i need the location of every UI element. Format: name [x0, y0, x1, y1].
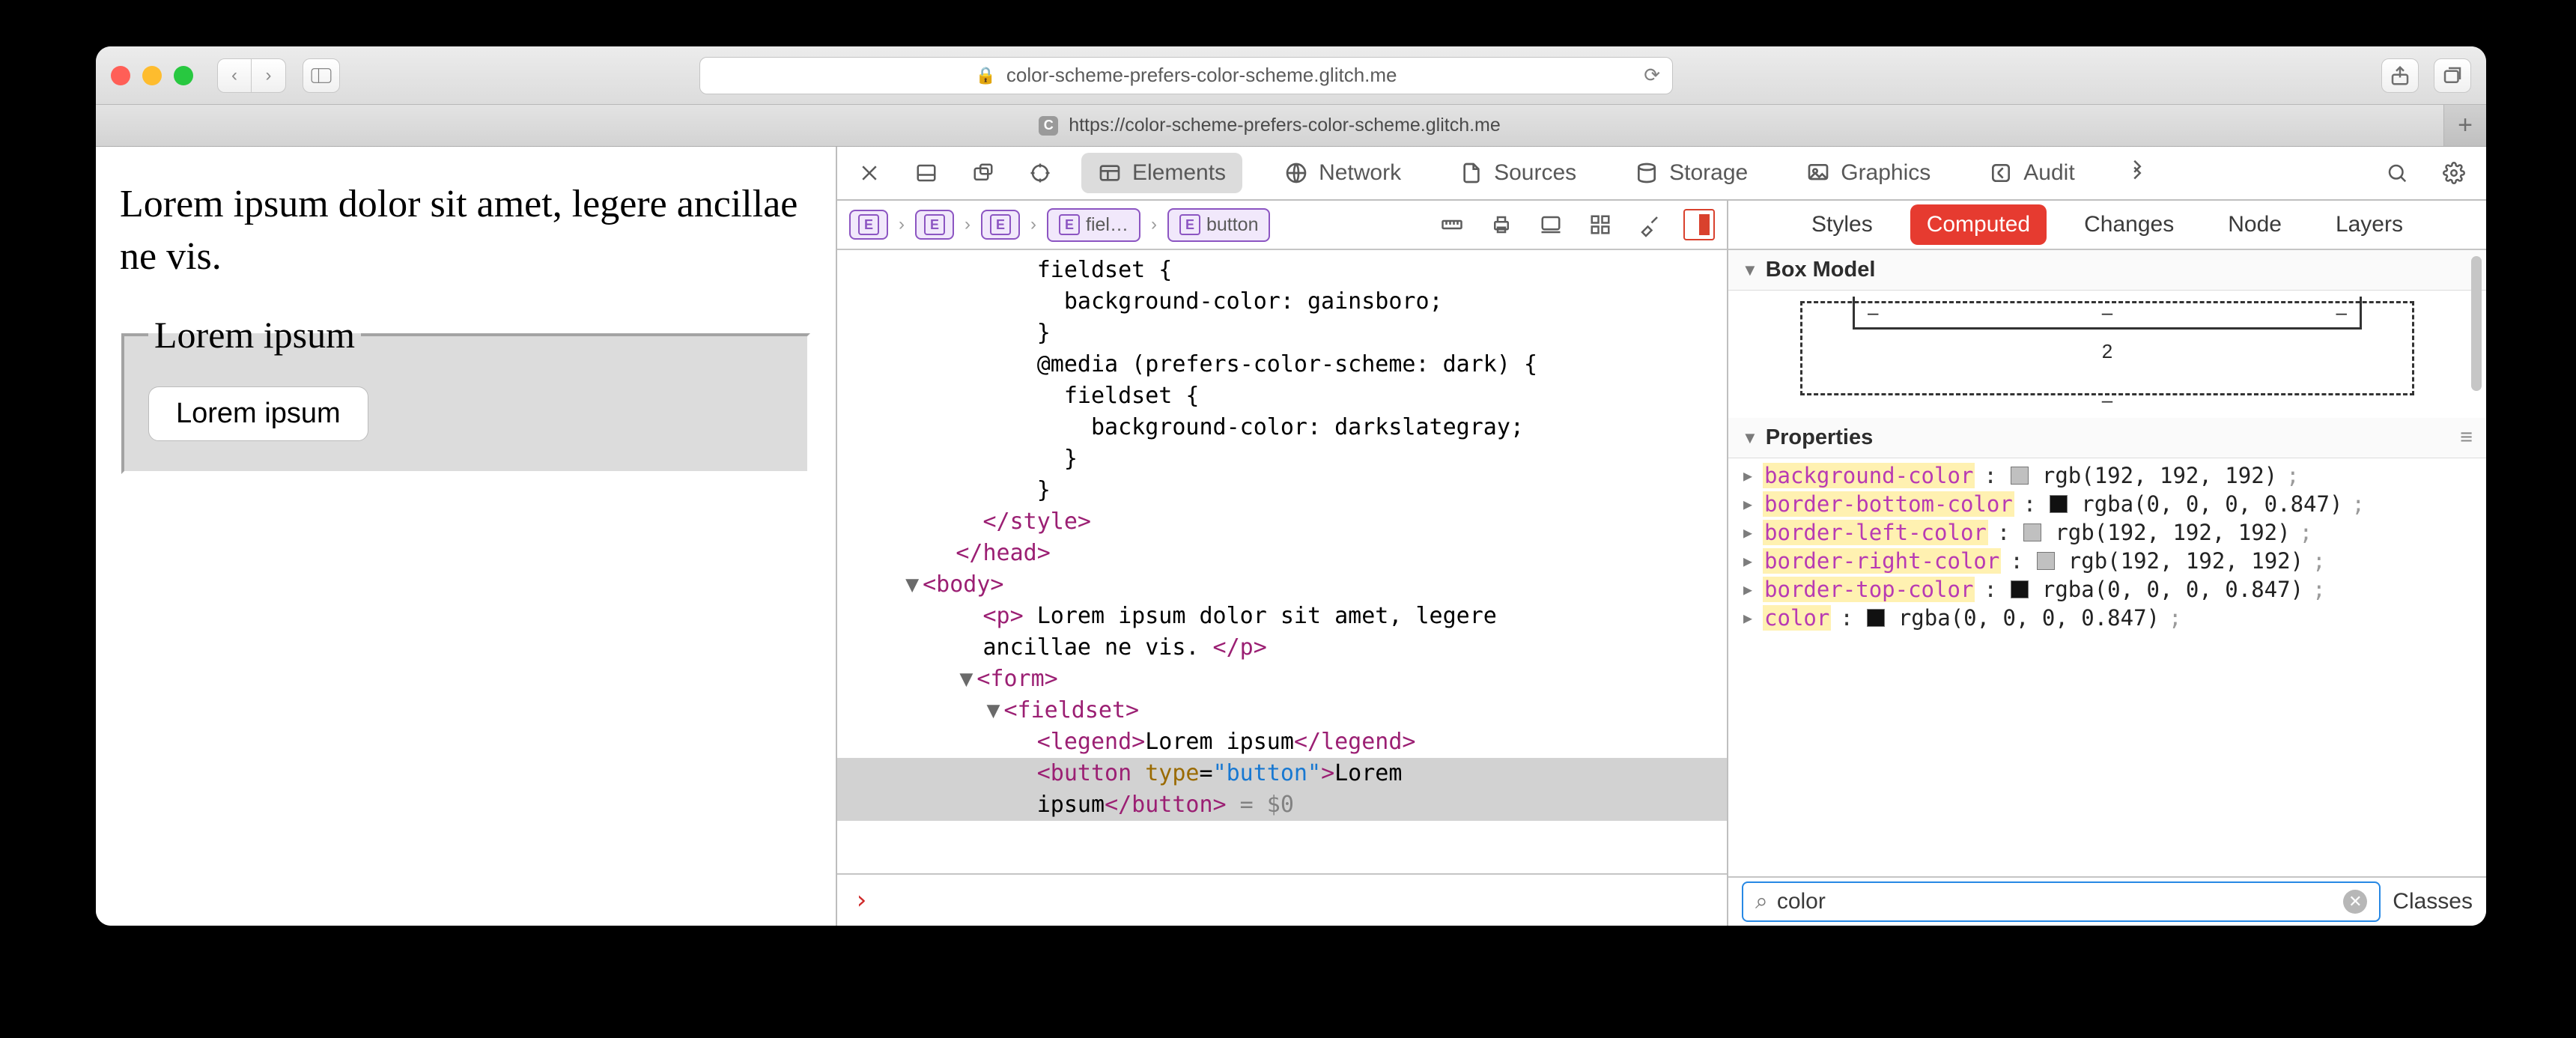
- titlebar: ‹ › 🔒 color-scheme-prefers-color-scheme.…: [96, 46, 2486, 105]
- filter-icon: ⌕: [1755, 889, 1768, 914]
- legend: Lorem ipsum: [148, 313, 361, 356]
- dock-bottom-icon[interactable]: [911, 157, 942, 189]
- nav-buttons: ‹ ›: [217, 58, 286, 93]
- clear-filter-button[interactable]: ✕: [2343, 890, 2367, 914]
- elements-breadcrumb-bar: E › E › E › Efiel… › Ebutton: [837, 201, 1727, 250]
- filter-input-value: color: [1777, 889, 1826, 914]
- tab-graphics-label: Graphics: [1841, 160, 1931, 186]
- tab-elements-label: Elements: [1132, 160, 1226, 186]
- property-row[interactable]: ▶ border-top-color: rgba(0, 0, 0, 0.847)…: [1728, 575, 2486, 604]
- forward-button[interactable]: ›: [252, 58, 286, 93]
- print-styles-icon[interactable]: [1486, 209, 1517, 240]
- chevron-right-icon: ›: [963, 214, 972, 235]
- boxmodel-diagram[interactable]: – – – 2 –: [1755, 297, 2459, 409]
- safari-window: ‹ › 🔒 color-scheme-prefers-color-scheme.…: [96, 46, 2486, 926]
- device-icon[interactable]: [1535, 209, 1567, 240]
- lock-icon: 🔒: [975, 66, 995, 85]
- chevron-right-icon: ›: [897, 214, 906, 235]
- disclosure-triangle-icon: ▼: [1742, 428, 1758, 448]
- grid-icon[interactable]: [1585, 209, 1616, 240]
- sidebar-toggle-button[interactable]: [303, 58, 340, 93]
- dock-popout-icon[interactable]: [967, 157, 999, 189]
- property-row[interactable]: ▶ color: rgba(0, 0, 0, 0.847);: [1728, 604, 2486, 632]
- tab-styles[interactable]: Styles: [1795, 204, 1889, 245]
- favicon: C: [1039, 116, 1058, 136]
- properties-list: ▶ background-color: rgb(192, 192, 192); …: [1728, 458, 2486, 640]
- boxmodel-title: Box Model: [1766, 258, 1876, 282]
- url-text: color-scheme-prefers-color-scheme.glitch…: [1006, 64, 1397, 87]
- crumb-form[interactable]: E: [981, 210, 1020, 240]
- tab-computed[interactable]: Computed: [1910, 204, 2047, 245]
- property-row[interactable]: ▶ background-color: rgb(192, 192, 192);: [1728, 461, 2486, 490]
- properties-menu-icon[interactable]: ≡: [2460, 425, 2473, 450]
- tab-storage-label: Storage: [1669, 160, 1748, 186]
- toggle-styles-sidebar-button[interactable]: [1683, 209, 1715, 240]
- crumb-body[interactable]: E: [915, 210, 954, 240]
- crumb-button[interactable]: Ebutton: [1167, 208, 1271, 242]
- tab-storage[interactable]: Storage: [1618, 153, 1764, 193]
- paint-icon[interactable]: [1634, 209, 1665, 240]
- property-row[interactable]: ▶ border-left-color: rgb(192, 192, 192);: [1728, 518, 2486, 547]
- toolbar-right: [2381, 58, 2471, 93]
- tab-audit-label: Audit: [2023, 160, 2074, 186]
- paragraph: Lorem ipsum dolor sit amet, legere ancil…: [120, 178, 812, 283]
- browser-tab[interactable]: C https://color-scheme-prefers-color-sch…: [96, 105, 2444, 146]
- more-tabs-button[interactable]: [2121, 157, 2153, 189]
- window-controls: [111, 66, 193, 85]
- close-devtools-button[interactable]: [854, 157, 885, 189]
- tab-audit[interactable]: Audit: [1972, 153, 2091, 193]
- chevron-right-icon: ›: [1029, 214, 1038, 235]
- dom-tree[interactable]: fieldset { background-color: gainsboro; …: [837, 250, 1727, 873]
- property-row[interactable]: ▶ border-bottom-color: rgba(0, 0, 0, 0.8…: [1728, 490, 2486, 518]
- minimize-window-button[interactable]: [142, 66, 162, 85]
- disclosure-triangle-icon: ▼: [1742, 261, 1758, 280]
- tab-sources[interactable]: Sources: [1443, 153, 1593, 193]
- lorem-button[interactable]: Lorem ipsum: [148, 386, 368, 441]
- main-split: Lorem ipsum dolor sit amet, legere ancil…: [96, 147, 2486, 926]
- console-prompt[interactable]: ›: [837, 873, 1727, 926]
- inspect-element-icon[interactable]: [1024, 157, 1056, 189]
- property-row[interactable]: ▶ border-right-color: rgb(192, 192, 192)…: [1728, 547, 2486, 575]
- share-button[interactable]: [2381, 58, 2419, 93]
- tab-network-label: Network: [1319, 160, 1401, 186]
- tab-bar: C https://color-scheme-prefers-color-sch…: [96, 105, 2486, 147]
- tab-node[interactable]: Node: [2211, 204, 2298, 245]
- classes-button[interactable]: Classes: [2393, 889, 2473, 914]
- crumb-html[interactable]: E: [849, 210, 888, 240]
- reload-button[interactable]: ⟳: [1644, 64, 1660, 87]
- styles-tabbar: Styles Computed Changes Node Layers: [1728, 201, 2486, 250]
- crumb-fieldset[interactable]: Efiel…: [1047, 208, 1140, 242]
- console-prompt-icon: ›: [854, 885, 869, 915]
- close-window-button[interactable]: [111, 66, 130, 85]
- tab-title: https://color-scheme-prefers-color-schem…: [1069, 115, 1501, 136]
- devtools: Elements Network Sources Storage Graphic…: [837, 147, 2486, 926]
- filter-input[interactable]: ⌕ color ✕: [1742, 881, 2381, 922]
- tab-layers[interactable]: Layers: [2319, 204, 2419, 245]
- tab-network[interactable]: Network: [1268, 153, 1418, 193]
- url-bar[interactable]: 🔒 color-scheme-prefers-color-scheme.glit…: [699, 57, 1673, 94]
- properties-header[interactable]: ▼ Properties ≡: [1728, 418, 2486, 458]
- maximize-window-button[interactable]: [174, 66, 193, 85]
- tab-sources-label: Sources: [1494, 160, 1576, 186]
- tab-changes[interactable]: Changes: [2068, 204, 2190, 245]
- elements-panel: E › E › E › Efiel… › Ebutton: [837, 201, 1728, 926]
- tab-graphics[interactable]: Graphics: [1790, 153, 1947, 193]
- devtools-tabbar: Elements Network Sources Storage Graphic…: [837, 147, 2486, 201]
- fieldset: Lorem ipsum Lorem ipsum: [121, 313, 810, 474]
- devtools-settings-button[interactable]: [2438, 157, 2470, 189]
- properties-title: Properties: [1766, 425, 1873, 450]
- tabs-overview-button[interactable]: [2434, 58, 2471, 93]
- ruler-icon[interactable]: [1436, 209, 1468, 240]
- back-button[interactable]: ‹: [217, 58, 252, 93]
- rendered-page: Lorem ipsum dolor sit amet, legere ancil…: [96, 147, 837, 926]
- tab-elements[interactable]: Elements: [1081, 153, 1242, 193]
- styles-panel: Styles Computed Changes Node Layers ▼ Bo…: [1728, 201, 2486, 926]
- search-devtools-button[interactable]: [2381, 157, 2413, 189]
- chevron-right-icon: ›: [1149, 214, 1158, 235]
- filter-row: ⌕ color ✕ Classes: [1728, 876, 2486, 926]
- boxmodel-header[interactable]: ▼ Box Model: [1728, 250, 2486, 291]
- new-tab-button[interactable]: +: [2444, 105, 2486, 146]
